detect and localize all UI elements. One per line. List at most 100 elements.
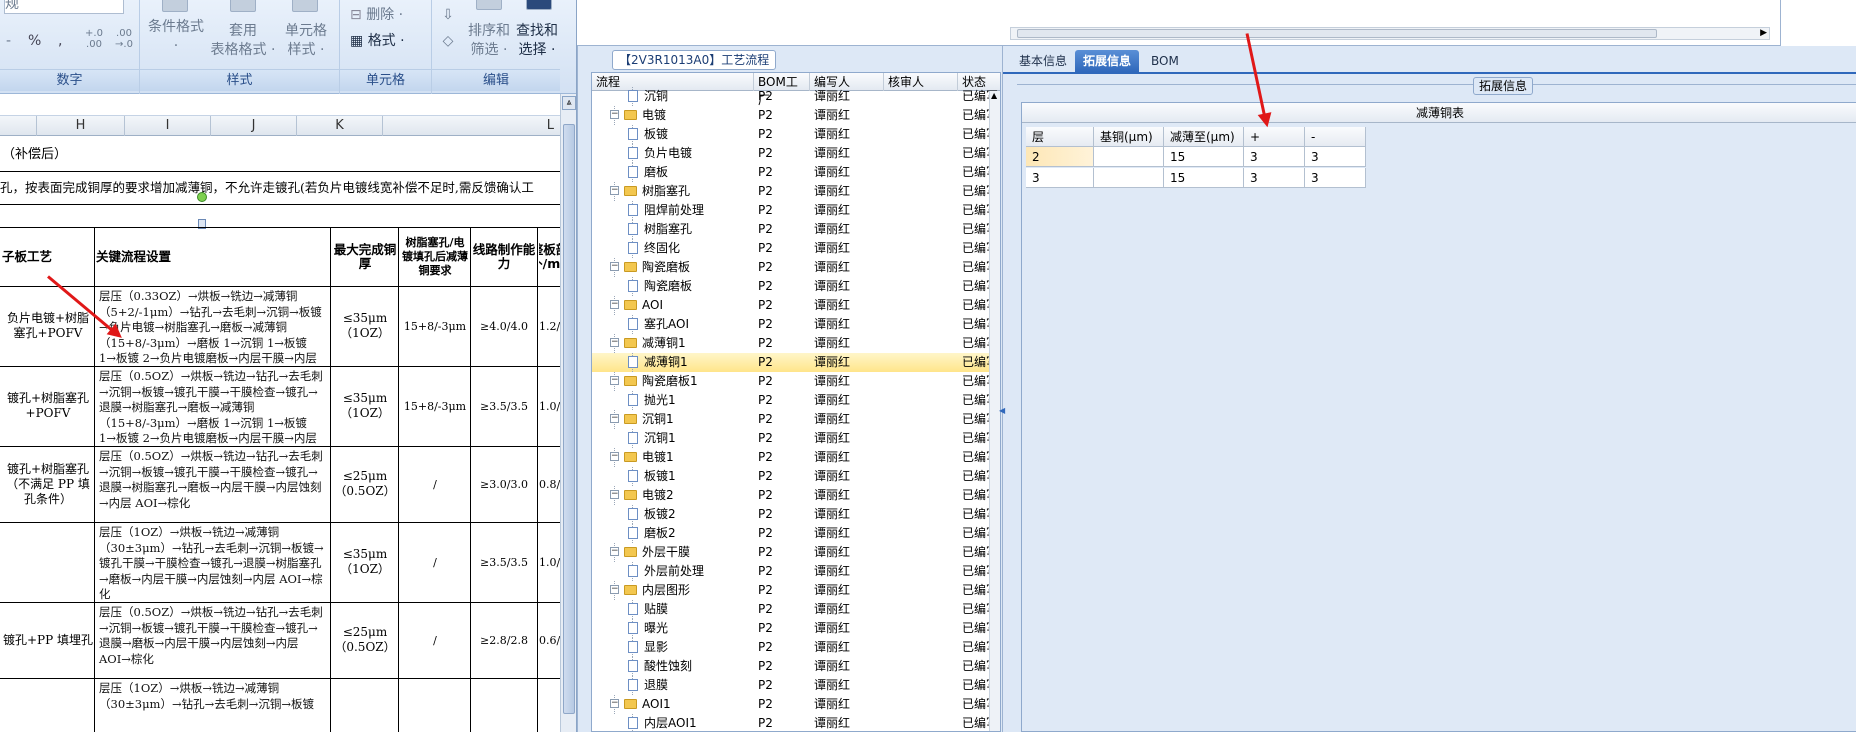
grid-cell[interactable]: 3 (1026, 168, 1094, 188)
increase-decimal-button[interactable]: +.0 .00 (80, 28, 108, 50)
table-cell-thinning[interactable]: 15+8/-3μm (400, 287, 470, 365)
tree-row[interactable]: − 陶瓷磨板 P2 谭丽红 已编写 (592, 258, 998, 277)
tree-row[interactable]: 内层AOI1 P2 谭丽红 已编写 (592, 714, 998, 731)
table-cell-process[interactable]: 镀孔+PP 填埋孔 (2, 603, 94, 677)
grid-cell[interactable] (1094, 168, 1164, 188)
table-cell-comp[interactable]: 0.8/ (539, 447, 560, 521)
table-cell-line[interactable]: ≥2.8/2.8 (472, 603, 536, 677)
tab-basic-info[interactable]: 基本信息 (1011, 50, 1075, 72)
tree-row[interactable]: 终固化 P2 谭丽红 已编写 (592, 239, 998, 258)
tab-bom[interactable]: BOM (1143, 50, 1187, 72)
grid-cell[interactable]: 15 (1164, 147, 1244, 167)
tree-row[interactable]: − 电镀 P2 谭丽红 已编写 (592, 106, 998, 125)
percent-button[interactable]: % (28, 32, 41, 51)
table-cell-process[interactable]: 镀孔+树脂塞孔（不满足 PP 填孔条件） (2, 447, 94, 521)
scroll-up-icon[interactable]: ⩓ (562, 96, 576, 110)
table-cell-copper[interactable]: ≤25μm（0.5OZ） (332, 447, 398, 521)
column-header-i[interactable]: I (125, 116, 211, 136)
table-cell-comp[interactable]: 0.6/ (539, 603, 560, 677)
find-select-button[interactable]: 查找和 选择 · (512, 22, 562, 60)
column-header-l[interactable]: L (383, 116, 560, 136)
grid-cell[interactable]: 3 (1305, 168, 1366, 188)
table-cell-comp[interactable]: 1.0/ (539, 523, 560, 601)
table-cell-process[interactable]: 负片电镀+树脂塞孔+POFV (2, 287, 94, 365)
table-cell-thinning[interactable]: / (400, 523, 470, 601)
tree-row[interactable]: − 电镀2 P2 谭丽红 已编写 (592, 486, 998, 505)
collapse-icon[interactable]: − (610, 547, 619, 556)
table-cell-flow[interactable]: 层压（0.5OZ）→烘板→铣边→钻孔→去毛刺→沉铜→板镀→镀孔干膜→干膜检查→镀… (96, 367, 330, 445)
table-cell-thinning[interactable] (400, 679, 470, 732)
splitter-left-icon[interactable]: ◀ (999, 406, 1005, 415)
table-cell-line[interactable]: ≥3.0/3.0 (472, 447, 536, 521)
grid-cell[interactable] (1094, 147, 1164, 167)
collapse-icon[interactable]: − (610, 585, 619, 594)
tree-row[interactable]: 板镀1 P2 谭丽红 已编写 (592, 467, 998, 486)
grid-cell[interactable]: 3 (1244, 147, 1305, 167)
table-cell-line[interactable]: ≥4.0/4.0 (472, 287, 536, 365)
scroll-right-icon[interactable]: ▶ (1760, 28, 1767, 38)
tree-row[interactable]: − 减薄铜1 P2 谭丽红 已编写 (592, 334, 998, 353)
tree-row[interactable]: 曝光 P2 谭丽红 已编写 (592, 619, 998, 638)
table-cell-copper[interactable]: ≤35μm（1OZ） (332, 523, 398, 601)
tree-row[interactable]: 贴膜 P2 谭丽红 已编写 (592, 600, 998, 619)
tree-row[interactable]: 磨板2 P2 谭丽红 已编写 (592, 524, 998, 543)
collapse-icon[interactable]: − (610, 376, 619, 385)
grid-cell[interactable]: 2 (1026, 147, 1094, 167)
grid-cell[interactable]: 15 (1164, 168, 1244, 188)
column-header-h[interactable]: H (37, 116, 125, 136)
cell-style-button[interactable]: 单元格 样式 · (276, 22, 336, 60)
table-cell-line[interactable]: ≥3.5/3.5 (472, 523, 536, 601)
tree-row[interactable]: − 电镀1 P2 谭丽红 已编写 (592, 448, 998, 467)
tree-row[interactable]: − AOI P2 谭丽红 已编写 (592, 296, 998, 315)
tree-row[interactable]: 负片电镀 P2 谭丽红 已编写 (592, 144, 998, 163)
table-cell-comp[interactable]: 1.0/ (539, 367, 560, 445)
collapse-icon[interactable]: − (610, 414, 619, 423)
conditional-format-button[interactable]: 条件格式 · (144, 18, 208, 56)
table-cell-process[interactable] (2, 679, 94, 732)
grid-header-cell[interactable]: 基铜(μm) (1094, 127, 1164, 147)
tree-row[interactable]: 板镀2 P2 谭丽红 已编写 (592, 505, 998, 524)
table-cell-comp[interactable] (539, 679, 560, 732)
collapse-icon[interactable]: − (610, 338, 619, 347)
tree-row[interactable]: 沉铜1 P2 谭丽红 已编写 (592, 429, 998, 448)
process-tree[interactable]: 流程 BOM工厂 编写人 核审人 状态 沉铜 P2 谭丽红 已编写 − 电镀 P2 谭丽红 已编… (591, 72, 1001, 732)
table-cell-copper[interactable]: ≤25μm（0.5OZ） (332, 603, 398, 677)
collapse-icon[interactable]: − (610, 300, 619, 309)
table-cell-thinning[interactable]: / (400, 603, 470, 677)
tree-row[interactable]: 外层前处理 P2 谭丽红 已编写 (592, 562, 998, 581)
decrease-decimal-button[interactable]: .00 →.0 (110, 28, 138, 50)
horizontal-scroll-thumb[interactable] (1017, 29, 1657, 38)
table-cell-flow[interactable]: 层压（0.5OZ）→烘板→铣边→钻孔→去毛刺→沉铜→板镀→镀孔干膜→干膜检查→镀… (96, 603, 330, 677)
tree-row[interactable]: 抛光1 P2 谭丽红 已编写 (592, 391, 998, 410)
table-cell-process[interactable] (2, 523, 94, 601)
column-header-g[interactable] (0, 116, 37, 136)
table-cell-thinning[interactable]: 15+8/-3μm (400, 367, 470, 445)
tree-row[interactable]: 塞孔AOI P2 谭丽红 已编写 (592, 315, 998, 334)
tree-row[interactable]: − 外层干膜 P2 谭丽红 已编写 (592, 543, 998, 562)
table-cell-line[interactable]: ≥3.5/3.5 (472, 367, 536, 445)
tree-row[interactable]: − 沉铜1 P2 谭丽红 已编写 (592, 410, 998, 429)
column-header-k[interactable]: K (297, 116, 383, 136)
table-cell-thinning[interactable]: / (400, 447, 470, 521)
table-cell-comp[interactable]: 1.2/ (539, 287, 560, 365)
accounting-button[interactable]: - (6, 32, 11, 51)
table-cell-line[interactable] (472, 679, 536, 732)
tree-row[interactable]: 减薄铜1 P2 谭丽红 已编写 (592, 353, 998, 372)
formula-bar[interactable] (0, 94, 576, 116)
tree-row[interactable]: − 陶瓷磨板1 P2 谭丽红 已编写 (592, 372, 998, 391)
grid-header-cell[interactable]: 减薄至(μm) (1164, 127, 1244, 147)
number-format-select[interactable]: 规 (4, 0, 124, 14)
collapse-icon[interactable]: − (610, 452, 619, 461)
tab-extended-info[interactable]: 拓展信息 (1075, 50, 1140, 72)
tree-row[interactable]: 磨板 P2 谭丽红 已编写 (592, 163, 998, 182)
collapse-icon[interactable]: − (610, 186, 619, 195)
table-cell-flow[interactable]: 层压（0.33OZ）→烘板→铣边→减薄铜（5+2/-1μm）→钻孔→去毛刺→沉铜… (96, 287, 330, 365)
horizontal-scrollbar[interactable]: ▶ (1010, 27, 1770, 40)
table-format-button[interactable]: 套用 表格格式 · (204, 22, 282, 60)
tree-row[interactable]: − 内层图形 P2 谭丽红 已编写 (592, 581, 998, 600)
table-cell-flow[interactable]: 层压（1OZ）→烘板→铣边→减薄铜（30±3μm）→钻孔→去毛刺→沉铜→板镀→镀… (96, 523, 330, 601)
tree-row[interactable]: 板镀 P2 谭丽红 已编写 (592, 125, 998, 144)
table-cell-copper[interactable]: ≤35μm（1OZ） (332, 287, 398, 365)
sheet-vertical-scrollbar[interactable]: ⩓ (560, 94, 576, 732)
rotate-handle-icon[interactable] (197, 192, 207, 202)
